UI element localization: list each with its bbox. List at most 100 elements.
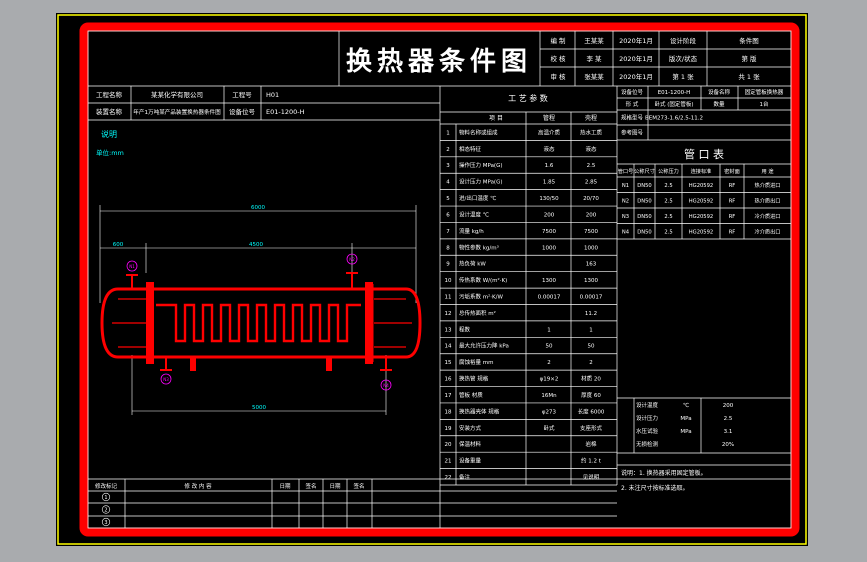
eq-cell: 形 式 (626, 100, 639, 108)
pp-row-value: 0.00017 (580, 294, 603, 300)
pp-row-no: 17 (445, 393, 452, 399)
pp-header: 管程 (543, 114, 555, 122)
title-block-rows: 编 制王某某 2020年1月 设计阶段 条件图校 核李 某 2020年1月 版次/状态第 … (550, 36, 760, 81)
pp-row-name: 流量 kg/h (459, 227, 484, 235)
pp-row-no: 10 (445, 278, 452, 284)
drawing-sheet: 换热器条件图 编 制 王某某 2020年1月 设计阶段 条件图校 核 李 某 2020年1月… (56, 13, 808, 546)
pp-row-value: 约 1.2 t (581, 457, 602, 465)
pp-row-value: 1000 (584, 245, 598, 251)
nz-cell: 冷介质进口 (755, 212, 781, 220)
ex-name: 水压试验 (636, 427, 659, 435)
pp-row-value: 1000 (542, 245, 556, 251)
nz-cell: N3 (622, 214, 629, 220)
pp-row-value: 1 (589, 327, 593, 333)
pp-row-value: 岩棉 (585, 440, 597, 448)
pp-row-value: 液态 (543, 145, 555, 153)
pp-row-value: 2 (589, 360, 593, 366)
extra-params-table: 设计温度 ℃ 200 设计压力 MPa 2.5 水压试验 MPa 3.1 无损检测 20% (617, 397, 791, 454)
title-block-cell: 共 1 张 (738, 72, 760, 81)
pp-row-value: 0.00017 (538, 294, 561, 300)
title-block-cell: 第 版 (741, 54, 757, 63)
pp-row-no: 2 (446, 147, 450, 153)
pp-row-value: 液态 (585, 145, 597, 153)
nozzle-mark-n3: N3 (160, 373, 172, 385)
tube-bundle (156, 303, 361, 343)
pp-row-no: 11 (445, 294, 452, 300)
eq-cell: 数量 (713, 100, 725, 108)
pp-row-name: 备注 (459, 473, 471, 481)
ex-unit: MPa (680, 416, 691, 422)
pp-row-name: 污垢系数 m²·K/W (459, 292, 504, 300)
pp-row-value: 7500 (542, 229, 556, 235)
nz-cell: 2.5 (664, 214, 672, 220)
pp-row-value: φ19×2 (540, 377, 559, 383)
ex-name: 无损检测 (636, 440, 659, 448)
eq-cell: BEM273-1.6/2.5-11.2 (645, 116, 703, 122)
pp-title: 工 艺 参 数 (508, 93, 548, 103)
pp-row-no: 8 (446, 245, 450, 251)
pp-row-name: 相态特征 (459, 145, 482, 153)
project-label-1: 工程名称 (96, 90, 123, 99)
pp-row-name: 设计温度 ℃ (459, 210, 489, 218)
pp-row-name: 传热系数 W/(m²·K) (459, 276, 507, 284)
ex-name: 设计压力 (636, 414, 658, 422)
dim-tube-len: 5000 (252, 405, 266, 411)
pp-row-name: 程数 (459, 325, 471, 333)
dim-overall: 6000 (251, 205, 265, 211)
project-block (88, 86, 441, 528)
title-block-cell: 2020年1月 (619, 36, 653, 45)
eq-cell: E01-1200-H (658, 90, 691, 96)
pp-row-no: 9 (446, 262, 450, 268)
nz-cell: RF (729, 229, 736, 235)
pp-row-value: 支座形式 (580, 424, 603, 432)
nz-cell: N4 (622, 229, 630, 235)
pp-header: 项 目 (489, 115, 503, 122)
nz-cell: N1 (622, 183, 629, 189)
title-block-cell: 版次/状态 (669, 54, 698, 63)
nz-cell: 冷介质出口 (755, 227, 781, 235)
ex-unit: ℃ (683, 402, 689, 409)
title-block-cell: 李 某 (586, 54, 602, 63)
pp-row-no: 6 (446, 212, 450, 218)
ex-value: 20% (722, 442, 734, 448)
pp-row-value: 长度 6000 (578, 407, 605, 415)
pp-row-name: 管板 材质 (459, 391, 483, 399)
title-block-cell: 编 制 (550, 36, 566, 45)
eq-cell: 固定管板换热器 (745, 88, 784, 96)
project-label-4: 设备位号 (229, 107, 256, 116)
pp-row-name: 换热器壳体 规格 (459, 407, 500, 415)
pp-row-value: 2.5 (587, 163, 596, 169)
note-line-1: 说明：1. 换热器采用固定管板。 (621, 469, 707, 477)
nz-cell: DN50 (637, 183, 651, 189)
drawing-notes-heading: 说明 (101, 129, 117, 139)
rev-header: 修 改 内 容 (184, 482, 212, 490)
nz-cell: N2 (622, 198, 629, 204)
nz-cell: 2.5 (664, 183, 672, 189)
revision-mark: 2 (104, 508, 107, 514)
nozzle-mark-n1: N1 (126, 260, 138, 272)
pp-row-value: 卧式 (543, 424, 555, 432)
nz-header: 密封面 (724, 167, 740, 175)
pp-row-value: φ273 (542, 409, 557, 415)
pp-row-no: 4 (446, 180, 450, 186)
pp-row-name: 物料名称或组成 (459, 128, 498, 136)
drawing-svg: 换热器条件图 编 制 王某某 2020年1月 设计阶段 条件图校 核 李 某 2020年1月… (57, 14, 807, 545)
title-block-cell: 第 1 张 (672, 72, 694, 81)
pp-row-value: 7500 (584, 229, 598, 235)
pp-row-no: 12 (445, 311, 452, 317)
pp-row-no: 1 (446, 130, 450, 136)
pp-row-name: 保温材料 (459, 440, 482, 448)
pp-row-no: 15 (445, 360, 452, 366)
svg-text:N2: N2 (349, 257, 355, 262)
project-value-2: H01 (266, 91, 279, 99)
ex-value: 2.5 (724, 416, 733, 422)
supports (190, 357, 332, 371)
eq-cell: 参考图号 (621, 129, 644, 137)
nz-cell: HG20592 (689, 214, 713, 220)
nz-cell: DN50 (637, 214, 651, 220)
ex-unit: MPa (680, 429, 691, 435)
revision-mark: 3 (104, 520, 107, 526)
project-label-3: 装置名称 (96, 107, 123, 116)
title-block-cell: 设计阶段 (670, 36, 697, 45)
rev-header: 日期 (279, 483, 291, 490)
